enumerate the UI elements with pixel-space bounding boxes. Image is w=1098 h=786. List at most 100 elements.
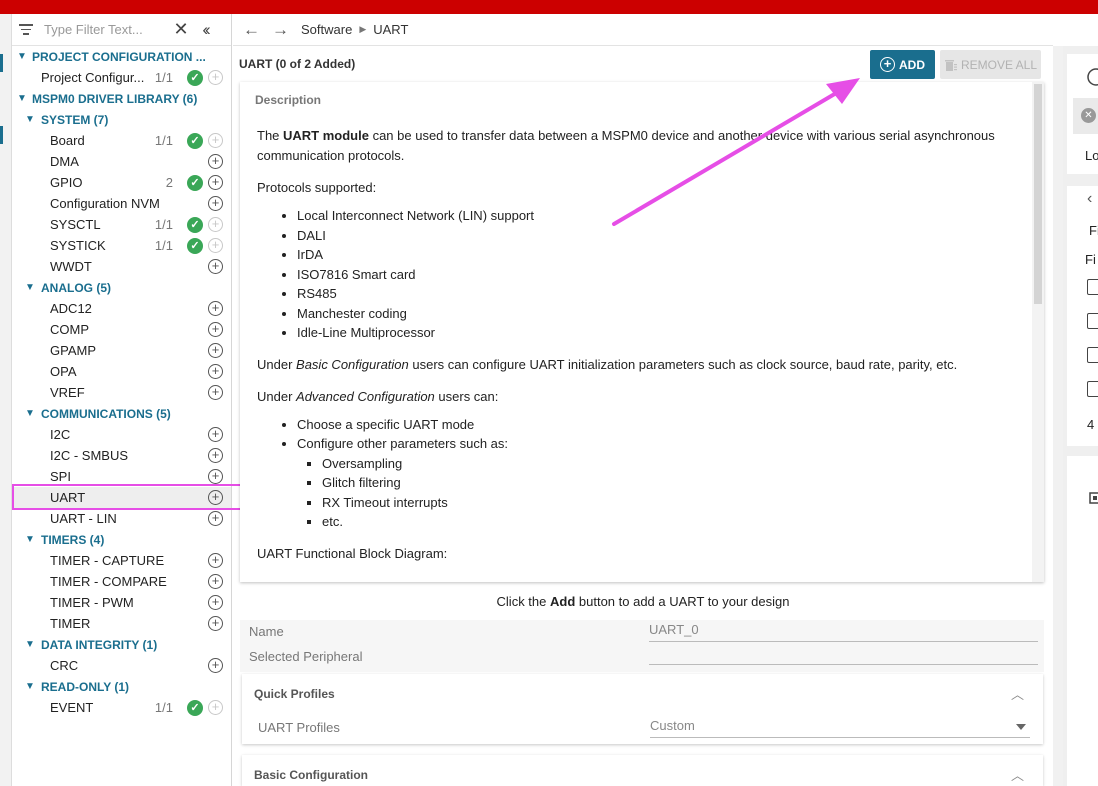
chevron-left-icon[interactable]: ‹	[1087, 190, 1092, 208]
tree-item-label: I2C - SMBUS	[50, 448, 129, 463]
tree-item[interactable]: I2C +	[12, 424, 231, 445]
check-circle-icon: ✓	[187, 174, 203, 191]
tree-category[interactable]: ▼ DATA INTEGRITY (1)	[12, 634, 231, 655]
right-item-count: 4	[1087, 417, 1095, 432]
add-circle-icon[interactable]: +	[208, 343, 223, 358]
tree-category[interactable]: ▼ MSPM0 DRIVER LIBRARY (6)	[12, 88, 231, 109]
tree-category[interactable]: ▼ READ-ONLY (1)	[12, 676, 231, 697]
tree-item[interactable]: GPAMP +	[12, 340, 231, 361]
tree-item[interactable]: DMA +	[12, 151, 231, 172]
add-circle-icon[interactable]: +	[208, 175, 223, 190]
tree-item[interactable]: EVENT 1/1 ✓ +	[12, 697, 231, 718]
chip-icon[interactable]	[1087, 490, 1098, 506]
collapse-sidebar-icon[interactable]: ‹‹	[196, 20, 214, 40]
tree-item[interactable]: Board 1/1 ✓ +	[12, 130, 231, 151]
tree-item[interactable]: WWDT +	[12, 256, 231, 277]
add-circle-icon[interactable]: +	[208, 595, 223, 610]
tree-item[interactable]: SYSCTL 1/1 ✓ +	[12, 214, 231, 235]
tree-item[interactable]: UART - LIN +	[12, 508, 231, 529]
basic-configuration-card[interactable]: Basic Configuration ︿	[242, 755, 1043, 786]
chevron-down-icon[interactable]: ▼	[25, 282, 35, 293]
tree-item[interactable]: GPIO 2 ✓ +	[12, 172, 231, 193]
add-circle-icon[interactable]: +	[208, 427, 223, 442]
tree-category[interactable]: ▼ ANALOG (5)	[12, 277, 231, 298]
tree-item[interactable]: UART +	[12, 487, 231, 508]
add-circle-icon[interactable]: +	[208, 469, 223, 484]
tree-item[interactable]: VREF +	[12, 382, 231, 403]
add-circle-icon[interactable]: +	[208, 70, 223, 85]
tree-item[interactable]: Configuration NVM +	[12, 193, 231, 214]
add-circle-icon[interactable]: +	[208, 238, 223, 253]
tree-item[interactable]: SYSTICK 1/1 ✓ +	[12, 235, 231, 256]
back-arrow-icon[interactable]: ←	[243, 20, 260, 40]
module-header: UART (0 of 2 Added) + ADD REMOVE ALL	[233, 46, 1053, 82]
tree-item[interactable]: I2C - SMBUS +	[12, 445, 231, 466]
tree-item[interactable]: TIMER - PWM +	[12, 592, 231, 613]
add-circle-icon[interactable]: +	[208, 616, 223, 631]
tree-category[interactable]: ▼ TIMERS (4)	[12, 529, 231, 550]
tree-category[interactable]: ▼ COMMUNICATIONS (5)	[12, 403, 231, 424]
document-icon[interactable]	[1087, 313, 1098, 329]
tree-item[interactable]: TIMER - COMPARE +	[12, 571, 231, 592]
add-circle-icon[interactable]: +	[208, 658, 223, 673]
name-field[interactable]: UART_0	[649, 622, 1038, 642]
tree-item[interactable]: COMP +	[12, 319, 231, 340]
filter-input[interactable]	[44, 22, 166, 37]
tree-item[interactable]: CRC +	[12, 655, 231, 676]
close-circle-icon[interactable]: ✕	[1081, 108, 1096, 123]
tree-item[interactable]: TIMER - CAPTURE +	[12, 550, 231, 571]
file-icon[interactable]	[1087, 279, 1098, 295]
clear-filter-icon[interactable]: ✕	[172, 19, 190, 40]
add-circle-icon[interactable]: +	[208, 385, 223, 400]
add-circle-icon[interactable]: +	[208, 301, 223, 316]
chevron-up-icon[interactable]: ︿	[1011, 765, 1024, 783]
breadcrumb-item-software[interactable]: Software	[301, 22, 352, 37]
info-icon[interactable]	[1087, 68, 1098, 86]
add-button[interactable]: + ADD	[870, 50, 935, 79]
peripheral-field[interactable]	[649, 645, 1038, 665]
add-circle-icon[interactable]: +	[208, 448, 223, 463]
add-circle-icon[interactable]: +	[208, 259, 223, 274]
instance-count: 1/1	[154, 700, 173, 715]
tree-category[interactable]: ▼ PROJECT CONFIGURATION ...	[12, 46, 231, 67]
add-circle-icon[interactable]: +	[208, 133, 223, 148]
tree-item[interactable]: ADC12 +	[12, 298, 231, 319]
chevron-down-icon[interactable]: ▼	[25, 639, 35, 650]
add-circle-icon[interactable]: +	[208, 322, 223, 337]
chevron-down-icon[interactable]: ▼	[25, 681, 35, 692]
add-circle-icon[interactable]: +	[208, 574, 223, 589]
add-circle-icon[interactable]: +	[208, 196, 223, 211]
remove-all-button[interactable]: REMOVE ALL	[940, 50, 1041, 79]
add-circle-icon[interactable]: +	[208, 217, 223, 232]
chevron-down-icon[interactable]: ▼	[25, 408, 35, 419]
uart-profiles-select[interactable]: Custom	[650, 718, 1030, 738]
add-circle-icon[interactable]: +	[208, 511, 223, 526]
document-icon[interactable]	[1087, 381, 1098, 397]
add-circle-icon[interactable]: +	[208, 364, 223, 379]
tree-item-label: TIMER - CAPTURE	[50, 553, 165, 568]
description-scrollbar[interactable]	[1032, 82, 1044, 582]
scrollbar-thumb[interactable]	[1034, 84, 1042, 304]
add-circle-icon[interactable]: +	[208, 553, 223, 568]
chevron-down-icon[interactable]: ▼	[25, 534, 35, 545]
chevron-down-icon[interactable]: ▼	[17, 93, 27, 104]
module-tree: ▼ PROJECT CONFIGURATION ... Project Config…	[12, 46, 231, 718]
file-icon[interactable]	[1087, 347, 1098, 363]
add-circle-icon[interactable]: +	[208, 154, 223, 169]
tree-item-label: OPA	[50, 364, 77, 379]
add-circle-icon[interactable]: +	[208, 700, 223, 715]
tree-item[interactable]: Project Configur... 1/1 ✓ +	[12, 67, 231, 88]
chevron-down-icon[interactable]: ▼	[17, 51, 27, 62]
forward-arrow-icon[interactable]: →	[272, 20, 289, 40]
left-activity-rail	[0, 14, 12, 786]
tree-item-label: I2C	[50, 427, 71, 442]
tree-item[interactable]: SPI +	[12, 466, 231, 487]
right-chip[interactable]: ✕	[1073, 98, 1098, 134]
tree-category[interactable]: ▼ SYSTEM (7)	[12, 109, 231, 130]
scroll-gutter	[1053, 46, 1063, 786]
chevron-up-icon[interactable]: ︿	[1011, 684, 1024, 702]
tree-item[interactable]: TIMER +	[12, 613, 231, 634]
chevron-down-icon[interactable]: ▼	[25, 114, 35, 125]
add-circle-icon[interactable]: +	[208, 490, 223, 505]
tree-item[interactable]: OPA +	[12, 361, 231, 382]
